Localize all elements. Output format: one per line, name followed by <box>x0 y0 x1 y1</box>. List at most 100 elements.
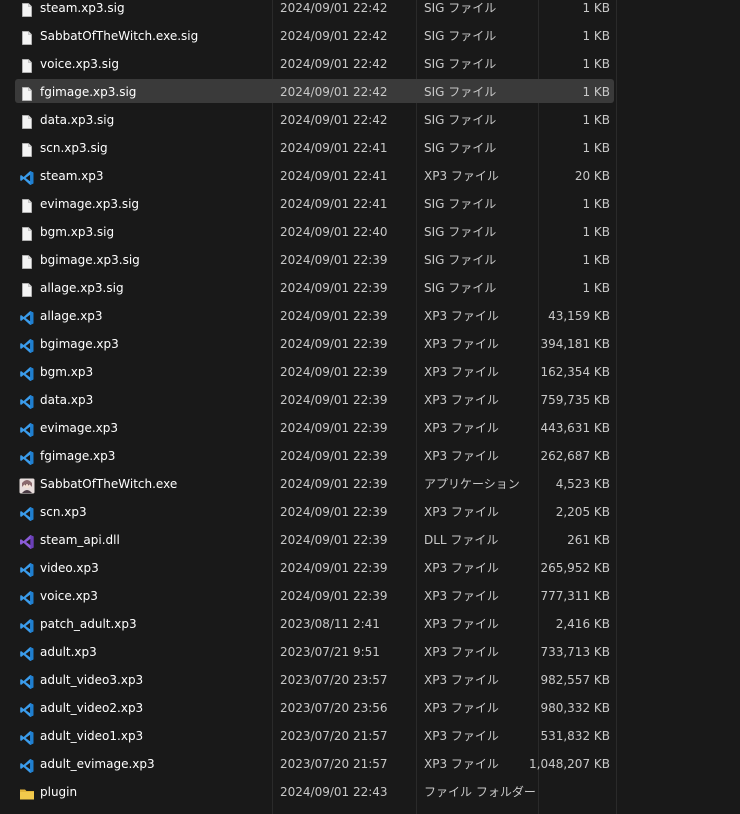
file-type: ファイル フォルダー <box>424 785 536 799</box>
file-row[interactable]: voice.xp3.sig 2024/09/01 22:42 SIG ファイル 1 K… <box>0 50 740 78</box>
file-size: 531,832 KB <box>540 729 610 743</box>
vscode-icon <box>19 420 35 437</box>
file-date: 2023/07/20 23:56 <box>280 701 388 715</box>
file-row[interactable]: adult_video2.xp3 2023/07/20 23:56 XP3 ファイル… <box>0 694 740 722</box>
file-row[interactable]: bgimage.xp3 2024/09/01 22:39 XP3 ファイル 394,1… <box>0 330 740 358</box>
file-date: 2024/09/01 22:42 <box>280 29 388 43</box>
file-size: 1 KB <box>582 57 610 71</box>
file-name: plugin <box>40 785 78 799</box>
file-name: data.xp3 <box>40 393 94 407</box>
vscode-icon <box>19 308 35 325</box>
file-name: adult_video3.xp3 <box>40 673 144 687</box>
file-name: bgimage.xp3 <box>40 337 119 351</box>
file-size: 1 KB <box>582 197 610 211</box>
file-date: 2024/09/01 22:42 <box>280 1 388 15</box>
file-size: 777,311 KB <box>540 589 610 603</box>
file-icon <box>19 0 35 17</box>
file-row[interactable]: adult_video1.xp3 2023/07/20 21:57 XP3 ファイル… <box>0 722 740 750</box>
file-row[interactable]: patch_adult.xp3 2023/08/11 2:41 XP3 ファイル 2,… <box>0 610 740 638</box>
file-row[interactable]: fgimage.xp3 2024/09/01 22:39 XP3 ファイル 262,6… <box>0 442 740 470</box>
file-date: 2023/07/20 21:57 <box>280 757 388 771</box>
file-date: 2024/09/01 22:39 <box>280 533 388 547</box>
file-size: 4,523 KB <box>555 477 610 491</box>
file-icon <box>19 84 35 101</box>
file-size: 1 KB <box>582 29 610 43</box>
file-size: 1 KB <box>582 253 610 267</box>
file-name: adult_video1.xp3 <box>40 729 144 743</box>
file-name: steam.xp3 <box>40 169 104 183</box>
vscode-icon <box>19 756 35 773</box>
file-size: 1 KB <box>582 85 610 99</box>
file-date: 2024/09/01 22:40 <box>280 225 388 239</box>
file-date: 2024/09/01 22:42 <box>280 85 388 99</box>
file-row[interactable]: bgm.xp3.sig 2024/09/01 22:40 SIG ファイル 1 KB <box>0 218 740 246</box>
file-date: 2023/07/20 21:57 <box>280 729 388 743</box>
file-row[interactable]: bgm.xp3 2024/09/01 22:39 XP3 ファイル 162,354 K… <box>0 358 740 386</box>
file-name: video.xp3 <box>40 561 99 575</box>
file-icon <box>19 28 35 45</box>
file-row[interactable]: scn.xp3 2024/09/01 22:39 XP3 ファイル 2,205 KB <box>0 498 740 526</box>
file-row[interactable]: plugin 2024/09/01 22:43 ファイル フォルダー <box>0 778 740 806</box>
file-size: 733,713 KB <box>540 645 610 659</box>
file-name: allage.xp3.sig <box>40 281 124 295</box>
vscode-icon <box>19 616 35 633</box>
file-icon <box>19 252 35 269</box>
file-date: 2024/09/01 22:39 <box>280 449 388 463</box>
file-size: 759,735 KB <box>540 393 610 407</box>
file-row[interactable]: SabbatOfTheWitch.exe.sig 2024/09/01 22:42… <box>0 22 740 50</box>
file-row[interactable]: SabbatOfTheWitch.exe 2024/09/01 22:39 アプリケ… <box>0 470 740 498</box>
file-row[interactable]: fgimage.xp3.sig 2024/09/01 22:42 SIG ファイル 1… <box>0 78 740 106</box>
file-size: 1 KB <box>582 113 610 127</box>
file-size: 265,952 KB <box>540 561 610 575</box>
file-size: 1 KB <box>582 281 610 295</box>
file-date: 2024/09/01 22:39 <box>280 365 388 379</box>
file-name: bgm.xp3 <box>40 365 94 379</box>
file-icon <box>19 280 35 297</box>
file-date: 2023/07/20 23:57 <box>280 673 388 687</box>
file-name: fgimage.xp3 <box>40 449 116 463</box>
file-date: 2024/09/01 22:43 <box>280 785 388 799</box>
file-name: bgimage.xp3.sig <box>40 253 140 267</box>
vscode-icon <box>19 728 35 745</box>
file-row[interactable]: adult.xp3 2023/07/21 9:51 XP3 ファイル 733,713 … <box>0 638 740 666</box>
file-size: 2,205 KB <box>555 505 610 519</box>
file-date: 2024/09/01 22:39 <box>280 309 388 323</box>
file-row[interactable]: bgimage.xp3.sig 2024/09/01 22:39 SIG ファイル 1… <box>0 246 740 274</box>
file-row[interactable]: adult_evimage.xp3 2023/07/20 21:57 XP3 ファイ… <box>0 750 740 778</box>
vscode-icon <box>19 336 35 353</box>
file-name: SabbatOfTheWitch.exe.sig <box>40 29 199 43</box>
file-date: 2024/09/01 22:39 <box>280 253 388 267</box>
file-size: 261 KB <box>567 533 610 547</box>
file-row[interactable]: voice.xp3 2024/09/01 22:39 XP3 ファイル 777,311… <box>0 582 740 610</box>
file-size: 1 KB <box>582 225 610 239</box>
file-name: adult.xp3 <box>40 645 97 659</box>
file-name: steam.xp3.sig <box>40 1 125 15</box>
vscode-icon <box>19 504 35 521</box>
file-name: voice.xp3 <box>40 589 98 603</box>
file-row[interactable]: scn.xp3.sig 2024/09/01 22:41 SIG ファイル 1 KB <box>0 134 740 162</box>
file-row[interactable]: allage.xp3 2024/09/01 22:39 XP3 ファイル 43,159… <box>0 302 740 330</box>
file-name: data.xp3.sig <box>40 113 115 127</box>
file-row[interactable]: steam.xp3 2024/09/01 22:41 XP3 ファイル 20 KB <box>0 162 740 190</box>
file-row[interactable]: allage.xp3.sig 2024/09/01 22:39 SIG ファイル 1 … <box>0 274 740 302</box>
file-row[interactable]: data.xp3 2024/09/01 22:39 XP3 ファイル 759,735 … <box>0 386 740 414</box>
file-date: 2023/08/11 2:41 <box>280 617 380 631</box>
file-date: 2024/09/01 22:39 <box>280 393 388 407</box>
file-row[interactable]: video.xp3 2024/09/01 22:39 XP3 ファイル 265,952… <box>0 554 740 582</box>
file-row[interactable]: steam_api.dll 2024/09/01 22:39 DLL ファイル 261… <box>0 526 740 554</box>
file-name: voice.xp3.sig <box>40 57 119 71</box>
file-row[interactable]: data.xp3.sig 2024/09/01 22:42 SIG ファイル 1 KB <box>0 106 740 134</box>
file-date: 2024/09/01 22:39 <box>280 561 388 575</box>
vscode-icon <box>19 364 35 381</box>
file-icon <box>19 140 35 157</box>
file-row[interactable]: evimage.xp3 2024/09/01 22:39 XP3 ファイル 443,6… <box>0 414 740 442</box>
file-row[interactable]: adult_video3.xp3 2023/07/20 23:57 XP3 ファイル… <box>0 666 740 694</box>
file-name: evimage.xp3 <box>40 421 119 435</box>
file-date: 2024/09/01 22:39 <box>280 477 388 491</box>
file-date: 2024/09/01 22:39 <box>280 337 388 351</box>
file-size: 982,557 KB <box>540 673 610 687</box>
vscode-icon <box>19 392 35 409</box>
file-list: steam.xp3.sig 2024/09/01 22:42 SIG ファイル 1 K… <box>0 0 740 806</box>
file-row[interactable]: steam.xp3.sig 2024/09/01 22:42 SIG ファイル 1 K… <box>0 0 740 22</box>
file-row[interactable]: evimage.xp3.sig 2024/09/01 22:41 SIG ファイル 1… <box>0 190 740 218</box>
